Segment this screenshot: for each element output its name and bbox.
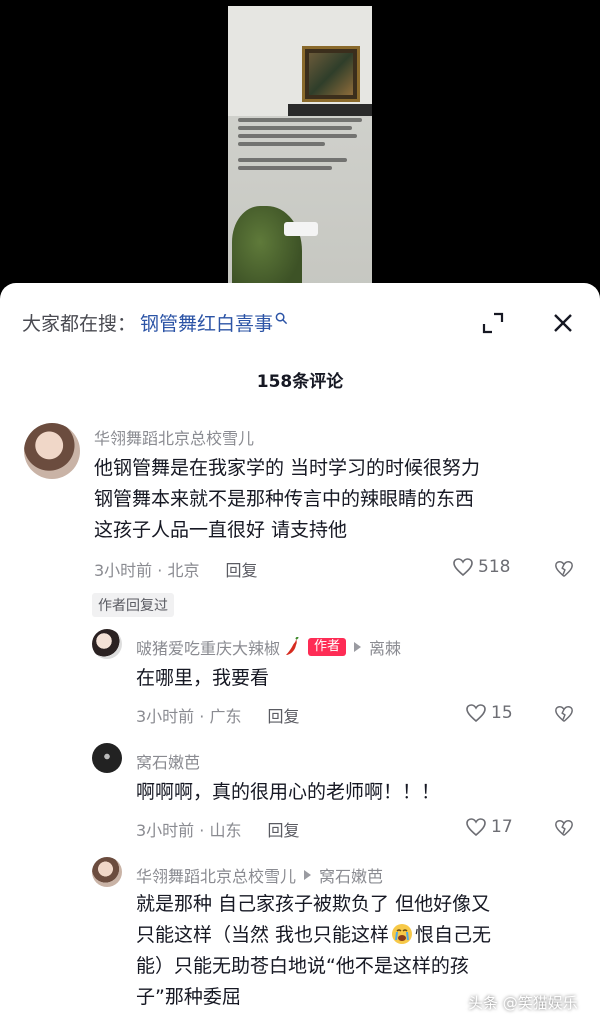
comment-meta: 3小时前 · 广东 回复 (136, 703, 299, 727)
reply-button[interactable]: 回复 (267, 703, 299, 727)
search-suggestion[interactable]: 大家都在搜： 钢管舞红白喜事 (22, 307, 288, 337)
comment-fragment: 只能这样（当然 我也只能这样 (136, 924, 390, 946)
heart-icon (466, 704, 486, 723)
reply-to-username[interactable]: 窝石嫩芭 (319, 863, 383, 887)
comment-line: 这孩子人品一直很好 请支持他 (94, 519, 348, 541)
video-area[interactable] (0, 0, 600, 290)
like-button[interactable]: 17 (465, 817, 513, 837)
search-prefix: 大家都在搜： (22, 312, 137, 335)
video-painting (302, 46, 360, 102)
comment-line: 能）只能无助苍白地说“他不是这样的孩 (136, 955, 469, 977)
comment-meta: 3小时前 · 北京 回复 (94, 557, 257, 581)
video-figure (232, 206, 302, 290)
avatar[interactable] (92, 857, 122, 887)
author-badge: 作者 (308, 638, 347, 656)
like-button[interactable]: 15 (465, 703, 513, 723)
comment-text: 在哪里，我要看 (136, 667, 270, 689)
time-location: 3小时前 · 山东 (136, 821, 242, 840)
comment-count: 158条评论 (256, 372, 344, 392)
comment-text: 他钢管舞是在我家学的 当时学习的时候很努力 钢管舞本来就不是那种传言中的辣眼睛的… (94, 453, 584, 546)
toutiao-logo-icon (440, 996, 462, 1011)
broken-heart-icon[interactable] (554, 559, 574, 579)
close-icon[interactable] (550, 310, 576, 336)
comment-fragment: 恨自己无 (415, 924, 492, 946)
search-term-link[interactable]: 钢管舞红白喜事 (140, 309, 273, 336)
reply-arrow-icon (304, 870, 312, 880)
heart-icon (453, 558, 473, 577)
like-button[interactable]: 518 (452, 557, 510, 577)
comment-username[interactable]: 窝石嫩芭 (136, 749, 200, 773)
comment-meta: 3小时前 · 山东 回复 (136, 817, 299, 841)
video-thumbnail[interactable] (228, 6, 372, 290)
expand-icon[interactable] (480, 310, 506, 336)
like-count: 518 (478, 557, 511, 577)
comment-username[interactable]: 华翎舞蹈北京总校雪儿 (136, 863, 296, 887)
like-count: 15 (491, 703, 513, 723)
comment-line: 只能这样（当然 我也只能这样 恨自己无 (136, 920, 586, 951)
like-count: 17 (491, 817, 513, 837)
avatar[interactable] (92, 629, 122, 659)
comment-line: 钢管舞本来就不是那种传言中的辣眼睛的东西 (94, 488, 475, 510)
time-location: 3小时前 · 北京 (94, 561, 200, 580)
broken-heart-icon[interactable] (554, 704, 574, 724)
chili-pepper-icon (286, 637, 299, 655)
comment-username[interactable]: 啵猪爱吃重庆大辣椒 (136, 635, 280, 659)
watermark-text: 头条 @笑猫娱乐 (468, 994, 578, 1012)
comment-text: 啊啊啊，真的很用心的老师啊！！！ (136, 781, 441, 803)
author-replied-tag: 作者回复过 (92, 593, 174, 617)
crying-face-icon (392, 924, 413, 944)
avatar[interactable] (24, 423, 80, 479)
video-caption-overlay (238, 114, 362, 184)
reply-to-username[interactable]: 离棘 (369, 635, 401, 659)
comment-line: 他钢管舞是在我家学的 当时学习的时候很努力 (94, 457, 481, 479)
heart-icon (466, 818, 486, 837)
reply-button[interactable]: 回复 (225, 557, 257, 581)
reply-button[interactable]: 回复 (267, 817, 299, 841)
comment-sheet: 大家都在搜： 钢管舞红白喜事 158条评论 华翎舞蹈北京总校雪儿 他钢管舞是在我… (0, 283, 600, 1024)
reply-header: 啵猪爱吃重庆大辣椒 作者 离棘 (136, 635, 401, 659)
comment-line: 就是那种 自己家孩子被欺负了 但他好像又 (136, 893, 491, 915)
video-sticker (284, 222, 318, 236)
comment-username[interactable]: 华翎舞蹈北京总校雪儿 (94, 425, 254, 449)
reply-arrow-icon (354, 642, 362, 652)
avatar[interactable] (92, 743, 122, 773)
watermark: 头条 @笑猫娱乐 (440, 992, 578, 1013)
search-icon (275, 312, 288, 324)
time-location: 3小时前 · 广东 (136, 707, 242, 726)
reply-header: 华翎舞蹈北京总校雪儿 窝石嫩芭 (136, 863, 383, 887)
broken-heart-icon[interactable] (554, 818, 574, 838)
